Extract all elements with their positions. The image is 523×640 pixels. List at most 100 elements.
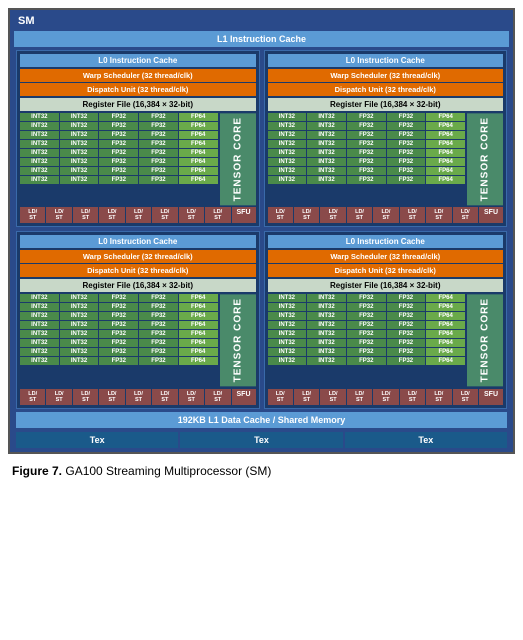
int32-cell: INT32 <box>268 167 307 175</box>
int-fp-grid-tl: INT32 INT32 FP32 FP32 FP64 INT32 INT32 F… <box>20 113 218 205</box>
fp32-cell: FP32 <box>99 312 138 320</box>
row-br-2: INT32 INT32 FP32 FP32 FP64 <box>268 312 466 320</box>
fp64-cell: FP64 <box>179 312 218 320</box>
fp64-cell: FP64 <box>426 149 465 157</box>
figure-caption: Figure 7. GA100 Streaming Multiprocessor… <box>8 464 515 478</box>
fp32-cell: FP32 <box>347 158 386 166</box>
fp64-cell: FP64 <box>179 176 218 184</box>
ld-cell: LD/ST <box>99 207 124 223</box>
ld-sfu-row-br: LD/ST LD/ST LD/ST LD/ST LD/ST LD/ST LD/S… <box>268 389 504 405</box>
fp32-cell: FP32 <box>347 176 386 184</box>
ld-cell: LD/ST <box>46 207 71 223</box>
page-wrapper: SM L1 Instruction Cache L0 Instruction C… <box>0 0 523 486</box>
row-tr-2: INT32 INT32 FP32 FP32 FP64 <box>268 131 466 139</box>
row-bl-4: INT32 INT32 FP32 FP32 FP64 <box>20 330 218 338</box>
register-file-br: Register File (16,384 × 32-bit) <box>268 279 504 292</box>
fp64-cell: FP64 <box>179 140 218 148</box>
fp32-cell: FP32 <box>387 312 426 320</box>
fp64-cell: FP64 <box>426 294 465 302</box>
quadrant-top-left: L0 Instruction Cache Warp Scheduler (32 … <box>16 50 260 227</box>
tensor-core-tr: TENSOR CORE <box>467 113 503 205</box>
int32-cell: INT32 <box>307 131 346 139</box>
ld-cell: LD/ST <box>73 389 98 405</box>
fp64-cell: FP64 <box>179 113 218 121</box>
int32-cell: INT32 <box>20 303 59 311</box>
fp32-cell: FP32 <box>387 348 426 356</box>
fp32-cell: FP32 <box>139 321 178 329</box>
fp32-cell: FP32 <box>347 303 386 311</box>
int32-cell: INT32 <box>307 176 346 184</box>
fp64-cell: FP64 <box>179 158 218 166</box>
int32-cell: INT32 <box>20 312 59 320</box>
int32-cell: INT32 <box>60 357 99 365</box>
fp32-cell: FP32 <box>99 158 138 166</box>
tex-bar-1: Tex <box>16 432 178 448</box>
fp64-cell: FP64 <box>426 113 465 121</box>
fp32-cell: FP32 <box>139 113 178 121</box>
row-tr-5: INT32 INT32 FP32 FP32 FP64 <box>268 158 466 166</box>
quadrant-bottom-left: L0 Instruction Cache Warp Scheduler (32 … <box>16 231 260 408</box>
int32-cell: INT32 <box>60 167 99 175</box>
fp32-cell: FP32 <box>99 303 138 311</box>
fp32-cell: FP32 <box>139 140 178 148</box>
fp32-cell: FP32 <box>347 294 386 302</box>
int32-cell: INT32 <box>307 321 346 329</box>
fp32-cell: FP32 <box>139 158 178 166</box>
ld-cell: LD/ST <box>20 207 45 223</box>
fp64-cell: FP64 <box>179 339 218 347</box>
fp32-cell: FP32 <box>99 357 138 365</box>
fp64-cell: FP64 <box>426 131 465 139</box>
fp64-cell: FP64 <box>426 176 465 184</box>
fp32-cell: FP32 <box>99 321 138 329</box>
row-tl-3: INT32 INT32 FP32 FP32 FP64 <box>20 140 218 148</box>
fp32-cell: FP32 <box>347 348 386 356</box>
row-tr-0: INT32 INT32 FP32 FP32 FP64 <box>268 113 466 121</box>
row-bl-0: INT32 INT32 FP32 FP32 FP64 <box>20 294 218 302</box>
ld-sfu-row-tl: LD/ST LD/ST LD/ST LD/ST LD/ST LD/ST LD/S… <box>20 207 256 223</box>
int32-cell: INT32 <box>60 149 99 157</box>
tex-bar-3: Tex <box>345 432 507 448</box>
fp32-cell: FP32 <box>99 176 138 184</box>
row-bl-7: INT32 INT32 FP32 FP32 FP64 <box>20 357 218 365</box>
row-tl-6: INT32 INT32 FP32 FP32 FP64 <box>20 167 218 175</box>
fp32-cell: FP32 <box>139 348 178 356</box>
ld-cell: LD/ST <box>152 207 177 223</box>
int32-cell: INT32 <box>60 176 99 184</box>
fp32-cell: FP32 <box>347 131 386 139</box>
row-br-4: INT32 INT32 FP32 FP32 FP64 <box>268 330 466 338</box>
row-br-5: INT32 INT32 FP32 FP32 FP64 <box>268 339 466 347</box>
ld-cell: LD/ST <box>294 207 319 223</box>
fp64-cell: FP64 <box>179 167 218 175</box>
fp32-cell: FP32 <box>139 149 178 157</box>
fp32-cell: FP32 <box>387 158 426 166</box>
fp64-cell: FP64 <box>426 303 465 311</box>
fp32-cell: FP32 <box>387 122 426 130</box>
int32-cell: INT32 <box>268 122 307 130</box>
fp64-cell: FP64 <box>179 321 218 329</box>
int32-cell: INT32 <box>20 113 59 121</box>
row-br-0: INT32 INT32 FP32 FP32 FP64 <box>268 294 466 302</box>
fp64-cell: FP64 <box>426 122 465 130</box>
quadrants-grid: L0 Instruction Cache Warp Scheduler (32 … <box>14 50 509 409</box>
fp32-cell: FP32 <box>139 167 178 175</box>
fp32-cell: FP32 <box>387 176 426 184</box>
row-bl-1: INT32 INT32 FP32 FP32 FP64 <box>20 303 218 311</box>
row-bl-6: INT32 INT32 FP32 FP32 FP64 <box>20 348 218 356</box>
int32-cell: INT32 <box>268 294 307 302</box>
fp32-cell: FP32 <box>99 339 138 347</box>
fp32-cell: FP32 <box>139 176 178 184</box>
ld-sfu-row-bl: LD/ST LD/ST LD/ST LD/ST LD/ST LD/ST LD/S… <box>20 389 256 405</box>
int32-cell: INT32 <box>20 167 59 175</box>
fp32-cell: FP32 <box>347 167 386 175</box>
dispatch-unit-tl: Dispatch Unit (32 thread/clk) <box>20 83 256 96</box>
warp-scheduler-br: Warp Scheduler (32 thread/clk) <box>268 250 504 263</box>
int32-cell: INT32 <box>268 312 307 320</box>
ld-cell: LD/ST <box>20 389 45 405</box>
int32-cell: INT32 <box>268 348 307 356</box>
compute-area-tl: INT32 INT32 FP32 FP32 FP64 INT32 INT32 F… <box>20 113 256 205</box>
ld-cell: LD/ST <box>46 389 71 405</box>
fp64-cell: FP64 <box>426 348 465 356</box>
fp32-cell: FP32 <box>99 167 138 175</box>
int32-cell: INT32 <box>20 140 59 148</box>
ld-cell: LD/ST <box>73 207 98 223</box>
